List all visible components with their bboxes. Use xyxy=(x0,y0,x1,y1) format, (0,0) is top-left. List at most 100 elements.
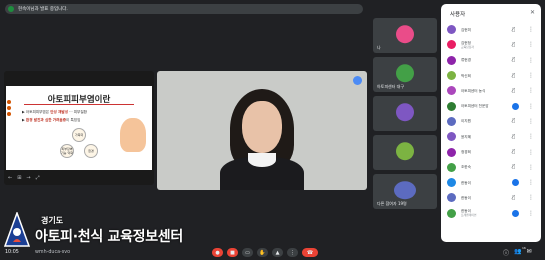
speaking-indicator-icon xyxy=(353,76,362,85)
avatar-icon xyxy=(396,141,414,160)
slide-bullet: ▶ 환경 발진과 심한 가려움증이 특징임 xyxy=(22,118,81,122)
participant-name: 윤지혜 xyxy=(461,134,471,139)
mic-off-icon[interactable]: 🎙̸ xyxy=(512,27,515,33)
participant-name: 아토피센터 농식 xyxy=(461,88,486,93)
more-options-icon[interactable]: ⋮ xyxy=(528,72,534,79)
participant-count: 16 xyxy=(522,246,526,250)
fullscreen-icon[interactable]: ⤢ xyxy=(36,175,40,181)
participant-row[interactable]: 류현경 🎙̸ ⋮ xyxy=(441,53,541,68)
speaker-video-tile[interactable] xyxy=(157,71,367,190)
more-options-icon[interactable]: ⋮ xyxy=(528,118,534,125)
avatar-icon xyxy=(447,40,456,50)
participant-row[interactable]: 윤지혜 🎙̸ ⋮ xyxy=(441,129,541,144)
avatar-icon xyxy=(396,102,414,121)
participant-row[interactable]: 아토피센터 농식 🎙̸ ⋮ xyxy=(441,83,541,98)
mic-off-icon[interactable]: 🎙̸ xyxy=(512,57,515,63)
panel-title: 사용자 xyxy=(450,12,466,18)
logo-center-name: 아토피·천식 교육정보센터 xyxy=(35,229,183,245)
info-icon[interactable]: ⓘ xyxy=(503,248,509,257)
avatar-icon xyxy=(447,132,456,142)
previous-slide-icon[interactable]: ← xyxy=(8,175,12,181)
participant-tile[interactable] xyxy=(373,96,437,131)
captions-icon[interactable]: ▭ xyxy=(242,248,253,257)
more-icon[interactable]: ⋮ xyxy=(287,248,298,257)
meeting-code: wmh-duca-svo xyxy=(35,250,71,255)
chat-icon[interactable]: ✉ xyxy=(527,248,532,257)
presenting-banner: 현속이님과 발표 중입니다. xyxy=(5,4,363,14)
mic-off-icon[interactable]: ● xyxy=(212,248,223,257)
mic-off-icon[interactable]: 🎙̸ xyxy=(512,149,515,155)
more-options-icon[interactable]: ⋮ xyxy=(528,26,534,33)
participant-row[interactable]: 박신희 🎙̸ ⋮ xyxy=(441,68,541,83)
participant-name: 한동이 xyxy=(461,180,471,185)
participant-row[interactable]: 한동이 프레젠테이션 ⋮ xyxy=(441,206,541,221)
slide-navigation[interactable]: ← ⊞ → ⤢ xyxy=(8,173,40,182)
mic-active-icon[interactable] xyxy=(512,179,519,187)
participant-name: 아토피센터 천운암 xyxy=(461,104,489,109)
avatar-icon xyxy=(447,71,456,81)
participant-tile[interactable]: 아토피센터 대구 xyxy=(373,57,437,92)
participants-panel: 사용자 ✕ 김현미 🎙̸ ⋮ 김현정 교육담당자 🎙̸ ⋮ 류현경 🎙̸ ⋮ 박신희 🎙̸ ⋮ 아토피센터… xyxy=(441,4,541,242)
participant-row[interactable]: 한동이 ⋮ xyxy=(441,175,541,190)
participant-name: 박신희 xyxy=(461,73,471,78)
hand-icon[interactable]: ✋ xyxy=(257,248,268,257)
slide-circle: 환경 xyxy=(84,144,98,158)
presentation-tile[interactable]: 아토피피부염이란 ▶ 아토피피부염은 만성 재발성 ··· 피부질환 ▶ 환경 … xyxy=(4,71,154,185)
participant-role: 프레젠테이션 xyxy=(461,213,477,218)
meeting-time: 10:05 xyxy=(5,250,19,255)
speaker-video xyxy=(212,79,312,190)
present-icon[interactable]: ▲ xyxy=(272,248,283,257)
more-options-icon[interactable]: ⋮ xyxy=(528,210,534,217)
grid-view-icon[interactable]: ⊞ xyxy=(17,175,21,181)
mic-active-icon[interactable] xyxy=(512,102,519,110)
participant-tile-name: 나 xyxy=(377,45,381,50)
close-icon[interactable]: ✕ xyxy=(530,9,535,16)
participant-name: 김현미 xyxy=(461,27,471,32)
next-slide-icon[interactable]: → xyxy=(26,175,30,181)
child-illustration xyxy=(120,118,146,152)
more-options-icon[interactable]: ⋮ xyxy=(528,57,534,64)
participant-name: 이지원 xyxy=(461,119,471,124)
participant-row[interactable]: 이지원 🎙̸ ⋮ xyxy=(441,114,541,129)
end-call-icon[interactable]: ☎ xyxy=(302,248,318,257)
avatar-icon xyxy=(447,193,456,203)
avatar-group-icon xyxy=(394,180,416,199)
avatar-icon xyxy=(396,24,414,43)
mic-off-icon[interactable]: 🎙̸ xyxy=(512,42,515,48)
participant-name: 한동이 프레젠테이션 xyxy=(461,209,509,217)
participant-row[interactable]: 아토피센터 천운암 ⋮ xyxy=(441,98,541,113)
mic-active-icon[interactable] xyxy=(512,209,519,217)
participant-name: 류현경 xyxy=(461,58,471,63)
more-options-icon[interactable]: ⋮ xyxy=(528,133,534,140)
bottom-toolbar: 10:05 wmh-duca-svo ● ■ ▭ ✋ ▲ ⋮ ☎ ⓘ 👥 ✉ 1… xyxy=(0,245,545,260)
participant-row[interactable]: 정경희 🎙̸ ⋮ xyxy=(441,144,541,159)
more-options-icon[interactable]: ⋮ xyxy=(528,194,534,201)
participant-row[interactable]: 김현미 🎙̸ ⋮ xyxy=(441,22,541,37)
participant-tile[interactable] xyxy=(373,135,437,170)
mic-off-icon[interactable]: 🎙̸ xyxy=(512,118,515,124)
avatar-icon xyxy=(447,147,456,157)
avatar-icon xyxy=(447,101,456,111)
participant-name: 한동이 xyxy=(461,195,471,200)
more-options-icon[interactable]: ⋮ xyxy=(528,179,534,186)
more-options-icon[interactable]: ⋮ xyxy=(528,103,534,110)
participant-row[interactable]: 김현정 교육담당자 🎙̸ ⋮ xyxy=(441,37,541,52)
more-options-icon[interactable]: ⋮ xyxy=(528,164,534,171)
mic-off-icon[interactable]: 🎙̸ xyxy=(512,88,515,94)
avatar-icon xyxy=(447,178,456,188)
mic-off-icon[interactable]: 🎙̸ xyxy=(512,73,515,79)
avatar-icon xyxy=(447,116,456,126)
more-participants-tile[interactable]: 다른 참여자 19명 xyxy=(373,174,437,209)
slide-circle: 가족력 xyxy=(72,128,86,142)
camera-icon[interactable]: ■ xyxy=(227,248,238,257)
people-icon[interactable]: 👥 xyxy=(514,248,521,257)
mic-off-icon[interactable]: 🎙̸ xyxy=(512,164,515,170)
participant-row[interactable]: 조한숙 🎙̸ ⋮ xyxy=(441,160,541,175)
more-options-icon[interactable]: ⋮ xyxy=(528,87,534,94)
more-options-icon[interactable]: ⋮ xyxy=(528,41,534,48)
mic-off-icon[interactable]: 🎙̸ xyxy=(512,195,515,201)
participant-tile[interactable]: 나 xyxy=(373,18,437,53)
participant-row[interactable]: 한동이 🎙̸ ⋮ xyxy=(441,190,541,205)
more-options-icon[interactable]: ⋮ xyxy=(528,149,534,156)
mic-off-icon[interactable]: 🎙̸ xyxy=(512,134,515,140)
